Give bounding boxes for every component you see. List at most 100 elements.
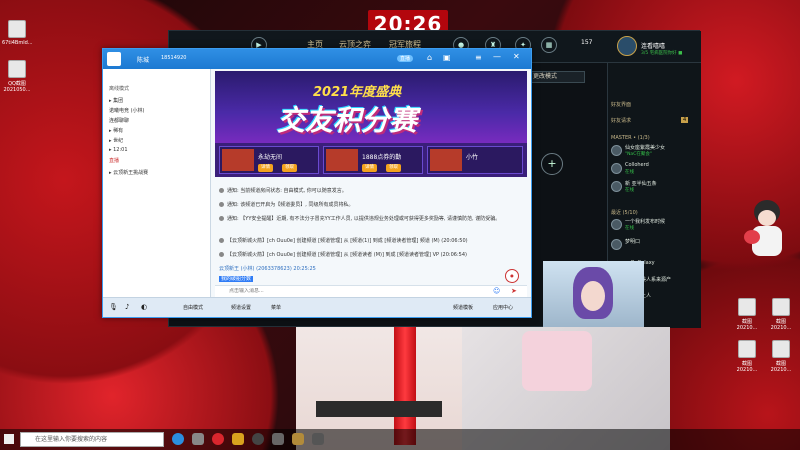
volume-icon[interactable]: ◐: [141, 303, 147, 311]
info-icon: [219, 188, 224, 193]
send-icon[interactable]: ➤: [511, 287, 517, 295]
friend-row[interactable]: 仙女座紫霞美少女 "NaC在聚会": [609, 143, 699, 159]
windows-start-icon[interactable]: [4, 434, 14, 444]
desktop-icon[interactable]: 截图 20210...: [732, 298, 762, 331]
live-badge[interactable]: 直播: [397, 55, 414, 62]
promo-card[interactable]: 1888点券的勤 详情 领取: [323, 146, 423, 174]
friend-group-recent[interactable]: 最近 (5/10): [611, 209, 638, 216]
home-icon[interactable]: ⌂: [427, 53, 432, 62]
channel-item[interactable]: ▸ 稀有: [109, 127, 123, 134]
friends-panel-title: 好友界面: [611, 102, 632, 108]
info-icon: [219, 238, 224, 243]
webcam-face: [581, 281, 605, 311]
desktop-icon[interactable]: QQ截图 2021050...: [2, 60, 32, 93]
system-message: 【云顶新城火箭】[ch Ouu0e] 创建频道 [频道管理] 从 [频道(1)]…: [219, 237, 468, 244]
image-file-icon: [772, 340, 790, 358]
detail-button[interactable]: 详情: [362, 164, 377, 172]
file-icon: [8, 60, 26, 78]
chat-message: 我的破船分数: [219, 276, 254, 282]
message-sender[interactable]: 云顶新王 (小林) (2063378623) 20:25:25: [219, 265, 316, 272]
desktop-icon[interactable]: 截图 20210...: [766, 298, 796, 331]
avatar[interactable]: [107, 52, 121, 66]
image-file-icon: [772, 298, 790, 316]
chat-title-bar[interactable]: 陈城 18514920 直播 ⌂ ▣ ≡ — ✕: [103, 49, 531, 69]
channel-item[interactable]: ▸ 集团: [109, 97, 123, 104]
system-message: 通知: 【YY安全提醒】近期, 有不法分子冒充YY工作人员, 以提供违规业务处理…: [219, 215, 519, 222]
channel-item[interactable]: 诺曦电竞 (小林): [109, 107, 145, 114]
toolbar-channel-settings[interactable]: 频道设置: [231, 304, 251, 311]
app-icon[interactable]: [192, 433, 204, 445]
desktop-icon-label: QQ截图 2021050...: [3, 81, 31, 93]
desktop-icon-label: 截图 20210...: [736, 361, 758, 373]
promo-card[interactable]: 小竹: [427, 146, 523, 174]
promo-card[interactable]: 永劫无间 详情 领取: [219, 146, 319, 174]
channel-id: 18514920: [161, 55, 187, 61]
toolbar-free-mode[interactable]: 自由模式: [183, 304, 203, 311]
promo-image: [326, 149, 358, 171]
desktop-icon[interactable]: 截图 20210...: [766, 340, 796, 373]
desktop-icon-label: 截图 20210...: [736, 319, 758, 331]
avatar[interactable]: [617, 36, 637, 56]
info-icon: [219, 202, 224, 207]
friend-row[interactable]: 新 亚半仙五条 在线: [609, 179, 699, 195]
channel-tree-header: 离线模式: [109, 86, 130, 92]
avatar: [611, 219, 622, 230]
store-icon[interactable]: ▦: [541, 37, 557, 53]
taskbar-search[interactable]: 在这里输入你要搜索的内容: [20, 432, 164, 447]
app-icon[interactable]: [272, 433, 284, 445]
league-icon[interactable]: [292, 433, 304, 445]
friend-group-master[interactable]: MASTER • (1/3): [611, 135, 650, 141]
desktop-icon[interactable]: 67ti4Bmld...: [2, 20, 33, 46]
info-icon: [219, 216, 224, 221]
close-icon[interactable]: ✕: [513, 52, 520, 61]
app-icon[interactable]: [212, 433, 224, 445]
message-input-bar: ☺ ➤: [215, 285, 527, 297]
emoji-icon[interactable]: ☺: [493, 287, 500, 295]
event-banner[interactable]: 2021年度盛典 交友积分赛 永劫无间 详情 领取 1888点券的勤 详情 领取: [215, 71, 527, 177]
channel-item[interactable]: ▸ 12:01: [109, 147, 128, 153]
mode-select[interactable]: 更改模式: [529, 71, 585, 83]
game-icon[interactable]: ▣: [443, 53, 451, 62]
chat-main-panel: 2021年度盛典 交友积分赛 永劫无间 详情 领取 1888点券的勤 详情 领取: [211, 69, 531, 297]
minimize-icon[interactable]: —: [493, 52, 501, 61]
file-icon: [8, 20, 26, 38]
detail-button[interactable]: 详情: [258, 164, 273, 172]
friend-row[interactable]: 一个我利发布时候 在线: [609, 217, 699, 233]
add-icon[interactable]: +: [541, 153, 563, 175]
channel-item[interactable]: 连都聊聊: [109, 117, 129, 124]
promo-image: [430, 149, 462, 171]
channel-tree: 离线模式 ▸ 集团 诺曦电竞 (小林) 连都聊聊 ▸ 稀有 ▸ 世纪 ▸ 12:…: [103, 69, 211, 297]
message-input[interactable]: [229, 288, 469, 294]
currency-value: 157: [581, 39, 593, 46]
speaker-icon[interactable]: ♪: [125, 303, 129, 311]
system-message: 通知: 当前频道房间状态: 自由模式, 你可以随意发言。: [219, 187, 347, 194]
toolbar-menu[interactable]: 菜单: [271, 304, 281, 311]
friend-row[interactable]: Colloherd 在线: [609, 161, 699, 177]
anime-sticker: [744, 196, 786, 266]
toolbar-template[interactable]: 频道模板: [453, 304, 473, 311]
image-file-icon: [738, 340, 756, 358]
image-file-icon: [738, 298, 756, 316]
app-icon[interactable]: [252, 433, 264, 445]
record-button[interactable]: ●: [505, 269, 519, 283]
mic-icon[interactable]: 🎙: [109, 303, 118, 311]
toolbar-app-center[interactable]: 应用中心: [493, 304, 513, 311]
channel-name: 陈城: [137, 57, 150, 64]
app-icon[interactable]: [312, 433, 324, 445]
channel-item[interactable]: ▸ 世纪: [109, 137, 123, 144]
avatar: [611, 239, 622, 250]
friend-row[interactable]: 梦明口: [609, 237, 699, 253]
claim-button[interactable]: 领取: [282, 164, 297, 172]
edge-icon[interactable]: [172, 433, 184, 445]
profile-name: 连看嘻嘻: [641, 43, 666, 50]
channel-item[interactable]: 直播: [109, 157, 119, 164]
desktop-icon-label: 截图 20210...: [770, 319, 792, 331]
app-icon[interactable]: [232, 433, 244, 445]
friend-requests-label[interactable]: 好友请求: [611, 117, 631, 124]
promo-image: [222, 149, 254, 171]
menu-icon[interactable]: ≡: [475, 53, 482, 62]
claim-button[interactable]: 领取: [386, 164, 401, 172]
desktop-icon[interactable]: 截图 20210...: [732, 340, 762, 373]
avatar: [611, 163, 622, 174]
channel-item[interactable]: ▸ 云顶新王挑战赛: [109, 169, 148, 176]
